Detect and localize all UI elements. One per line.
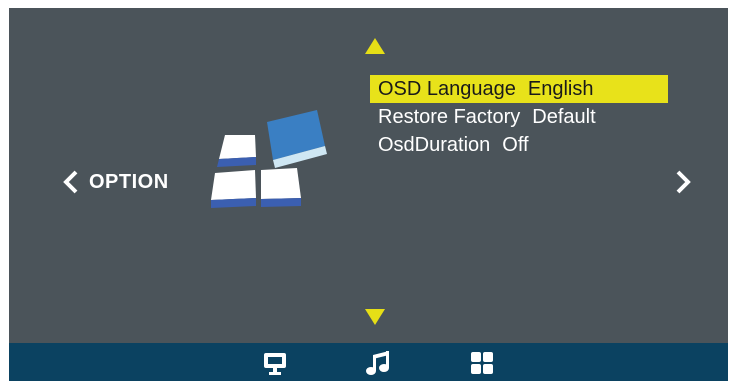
- menu-item-label: OsdDuration: [378, 134, 491, 156]
- chevron-left-icon: [63, 170, 78, 194]
- scroll-up-icon[interactable]: [365, 38, 385, 54]
- menu-item-label: OSD Language: [378, 78, 516, 100]
- menu-item-label: Restore Factory: [378, 106, 521, 128]
- grid-apps-icon[interactable]: [468, 349, 496, 377]
- menu-item-value: Off: [502, 134, 529, 156]
- footer-bar: [9, 343, 728, 381]
- option-grid-icon: [211, 110, 327, 208]
- music-note-icon[interactable]: [364, 349, 392, 377]
- previous-page-button[interactable]: OPTION: [59, 168, 169, 196]
- page-title: OPTION: [89, 170, 169, 193]
- menu-item-restore-factory[interactable]: Restore Factory Default: [370, 103, 668, 131]
- scroll-down-icon[interactable]: [365, 309, 385, 325]
- osd-menu-panel: OPTION OSD Language English Restore Facto…: [9, 8, 728, 381]
- menu-item-value: Default: [532, 106, 596, 128]
- settings-menu: OSD Language English Restore Factory Defau…: [370, 75, 668, 159]
- menu-item-value: English: [527, 78, 594, 100]
- menu-item-osd-language[interactable]: OSD Language English: [370, 75, 668, 103]
- menu-item-osd-duration[interactable]: OsdDuration Off: [370, 131, 668, 159]
- chevron-right-icon[interactable]: [671, 168, 695, 196]
- monitor-icon[interactable]: [261, 349, 289, 377]
